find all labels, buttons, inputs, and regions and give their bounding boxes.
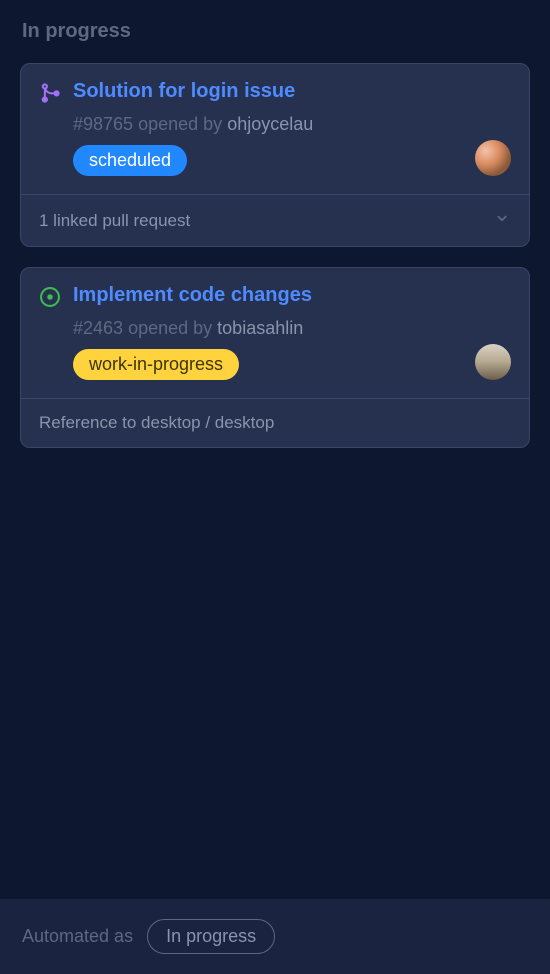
- assignee-avatar[interactable]: [475, 344, 511, 380]
- label-row: scheduled: [73, 145, 511, 176]
- footer-text: 1 linked pull request: [39, 211, 190, 231]
- author-link[interactable]: tobiasahlin: [217, 318, 303, 338]
- issue-number: #98765: [73, 114, 133, 134]
- open-issue-icon: [39, 286, 61, 308]
- author-link[interactable]: ohjoycelau: [227, 114, 313, 134]
- issue-number: #2463: [73, 318, 123, 338]
- column-header: In progress: [0, 0, 550, 57]
- card-meta: #2463 opened by tobiasahlin: [73, 318, 511, 339]
- card-footer[interactable]: Reference to desktop / desktop: [21, 398, 529, 447]
- label-row: work-in-progress: [73, 349, 511, 380]
- card-meta: #98765 opened by ohjoycelau: [73, 114, 511, 135]
- opened-text: opened by: [138, 114, 222, 134]
- issue-label[interactable]: scheduled: [73, 145, 187, 176]
- automation-bar: Automated as In progress: [0, 899, 550, 974]
- assignee-avatar[interactable]: [475, 140, 511, 176]
- card-body: Solution for login issue #98765 opened b…: [21, 64, 529, 194]
- card-title[interactable]: Implement code changes: [73, 284, 312, 307]
- pull-request-icon: [39, 82, 61, 104]
- automation-status-pill[interactable]: In progress: [147, 919, 275, 954]
- issue-card[interactable]: Solution for login issue #98765 opened b…: [20, 63, 530, 247]
- cards-container: Solution for login issue #98765 opened b…: [0, 57, 550, 899]
- chevron-down-icon[interactable]: [493, 209, 511, 232]
- automation-prefix: Automated as: [22, 926, 133, 947]
- card-title[interactable]: Solution for login issue: [73, 80, 295, 103]
- card-title-row: Solution for login issue: [39, 80, 511, 104]
- card-body: Implement code changes #2463 opened by t…: [21, 268, 529, 398]
- issue-card[interactable]: Implement code changes #2463 opened by t…: [20, 267, 530, 448]
- card-title-row: Implement code changes: [39, 284, 511, 308]
- card-footer[interactable]: 1 linked pull request: [21, 194, 529, 246]
- footer-text: Reference to desktop / desktop: [39, 413, 274, 433]
- opened-text: opened by: [128, 318, 212, 338]
- issue-label[interactable]: work-in-progress: [73, 349, 239, 380]
